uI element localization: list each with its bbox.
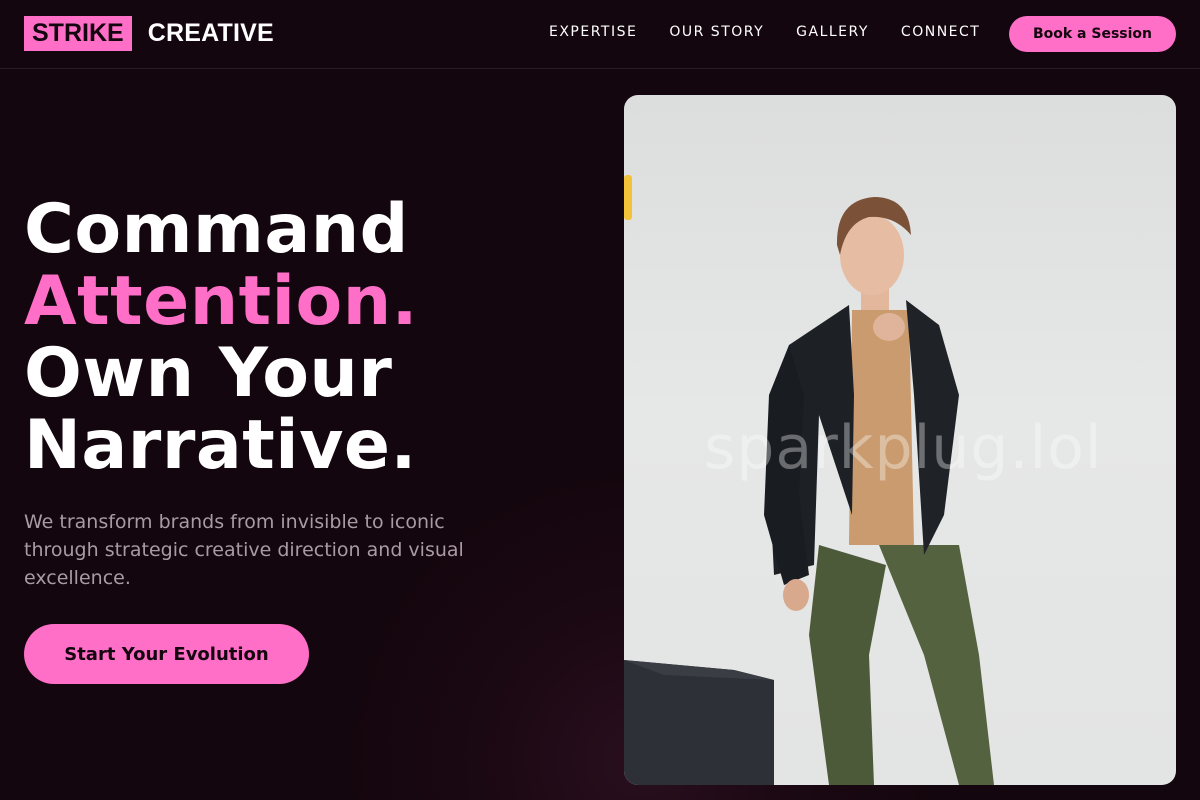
headline-line-2-accent: Attention.: [24, 262, 418, 341]
nav-item-expertise[interactable]: EXPERTISE: [549, 22, 637, 42]
nav-item-connect[interactable]: CONNECT: [901, 22, 980, 42]
nav-item-our-story[interactable]: OUR STORY: [669, 22, 764, 42]
site-header: STRIKE CREATIVE EXPERTISE OUR STORY GALL…: [0, 0, 1200, 69]
logo-creative-word: CREATIVE: [147, 19, 274, 47]
photo-watermark: sparkplug.lol: [704, 413, 1103, 483]
start-evolution-button[interactable]: Start Your Evolution: [24, 624, 309, 684]
headline-line-3: Own Your: [24, 334, 393, 413]
logo-strike-box: STRIKE: [24, 16, 132, 51]
landing-page: STRIKE CREATIVE EXPERTISE OUR STORY GALL…: [0, 0, 1200, 800]
main-nav: EXPERTISE OUR STORY GALLERY CONNECT: [549, 22, 1012, 42]
brand-logo[interactable]: STRIKE CREATIVE: [24, 16, 274, 51]
headline-line-4: Narrative.: [24, 406, 417, 485]
hero-headline: Command Attention. Own Your Narrative.: [24, 194, 418, 482]
hero-subtext: We transform brands from invisible to ic…: [24, 511, 464, 589]
book-session-button[interactable]: Book a Session: [1009, 16, 1176, 52]
hero-photo: sparkplug.lol: [624, 95, 1176, 785]
nav-item-gallery[interactable]: GALLERY: [796, 22, 869, 42]
headline-line-1: Command: [24, 190, 409, 269]
